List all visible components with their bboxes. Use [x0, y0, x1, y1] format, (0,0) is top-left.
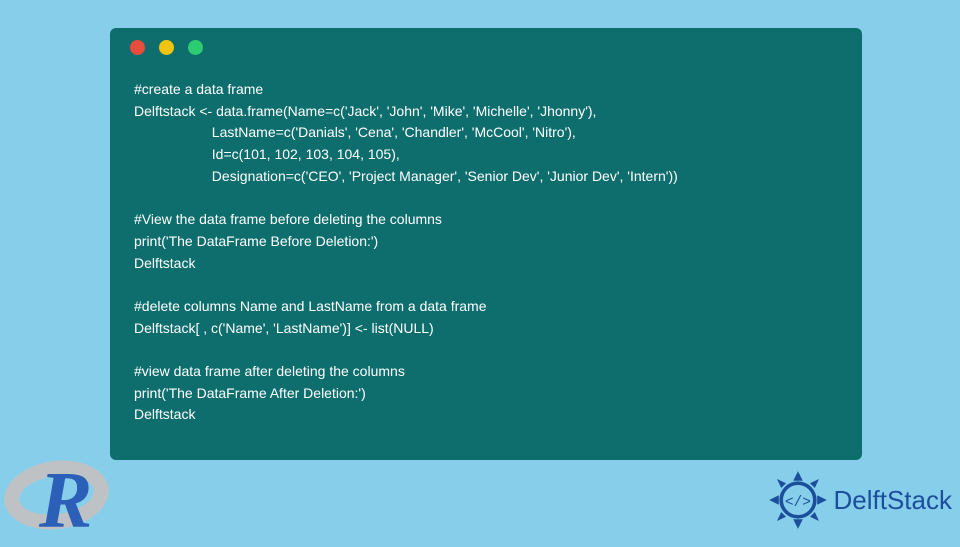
- delftstack-logo: </> DelftStack: [768, 470, 953, 530]
- close-icon[interactable]: [130, 40, 145, 55]
- svg-text:</>: </>: [785, 495, 811, 511]
- code-content: #create a data frame Delftstack <- data.…: [110, 65, 862, 426]
- maximize-icon[interactable]: [188, 40, 203, 55]
- r-language-logo: R: [4, 451, 114, 536]
- window-controls: [110, 40, 862, 65]
- delftstack-text: DelftStack: [834, 485, 953, 516]
- r-logo-letter: R: [39, 456, 92, 547]
- code-window: #create a data frame Delftstack <- data.…: [110, 28, 862, 460]
- minimize-icon[interactable]: [159, 40, 174, 55]
- gear-icon: </>: [768, 470, 828, 530]
